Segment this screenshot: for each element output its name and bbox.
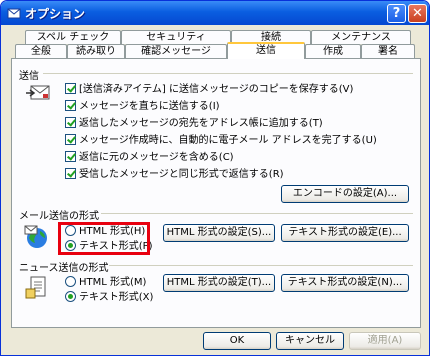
include-original-checkbox[interactable]: 返信に元のメッセージを含める(C) [65, 151, 234, 164]
add-to-address-book-checkbox[interactable]: 返信したメッセージの宛先をアドレス帳に追加する(T) [65, 117, 323, 130]
checkbox-label: メッセージを直ちに送信する(I) [79, 101, 220, 112]
send-divider [43, 73, 413, 74]
help-button[interactable]: ? [387, 4, 406, 23]
autocomplete-address-checkbox[interactable]: メッセージ作成時に、自動的に電子メール アドレスを完了する(U) [65, 134, 377, 147]
checkbox-label: メッセージ作成時に、自動的に電子メール アドレスを完了する(U) [79, 135, 377, 146]
checkbox-label: 返信したメッセージの宛先をアドレス帳に追加する(T) [79, 118, 323, 129]
checkbox-checked[interactable] [65, 151, 76, 162]
send-section-title: 送信 [19, 71, 39, 82]
news-text-settings-button[interactable]: テキスト形式の設定(N)... [281, 274, 409, 292]
checkbox-label: 返信に元のメッセージを含める(C) [79, 152, 234, 163]
news-format-section-title: ニュース送信の形式 [19, 263, 109, 274]
tab-receipts[interactable]: 確認メッセージ [125, 44, 227, 58]
tab-signatures[interactable]: 署名 [361, 44, 415, 58]
outlook-express-icon [7, 8, 21, 19]
radio-label: HTML 形式(M) [79, 277, 147, 288]
mail-html-settings-button[interactable]: HTML 形式の設定(S)... [163, 224, 275, 242]
close-button[interactable]: ✕ [408, 4, 427, 23]
radio-selected[interactable] [65, 291, 76, 302]
ok-button[interactable]: OK [203, 332, 271, 350]
cancel-button[interactable]: キャンセル [276, 332, 344, 350]
tab-row-1: スペル チェック セキュリティ 接続 メンテナンス [11, 30, 421, 44]
reply-same-format-checkbox[interactable]: 受信したメッセージと同じ形式で返信する(R) [65, 168, 284, 181]
checkbox-checked[interactable] [65, 83, 76, 94]
mail-format-section-title: メール送信の形式 [19, 211, 99, 222]
checkbox-checked[interactable] [65, 168, 76, 179]
send-mail-icon [26, 85, 50, 100]
tab-general[interactable]: 全般 [15, 44, 67, 58]
radio-label: テキスト形式(X) [79, 292, 154, 303]
options-dialog: オプション ? ✕ スペル チェック セキュリティ 接続 メンテナンス 全般 読… [0, 0, 430, 356]
checkbox-label: [送信済みアイテム] に送信メッセージのコピーを保存する(V) [79, 84, 354, 95]
save-copy-checkbox[interactable]: [送信済みアイテム] に送信メッセージのコピーを保存する(V) [65, 83, 353, 96]
news-text-radio[interactable]: テキスト形式(X) [65, 291, 153, 304]
mail-globe-icon [24, 225, 47, 248]
checkbox-checked[interactable] [65, 100, 76, 111]
mail-format-divider [101, 213, 413, 214]
highlight-box [58, 222, 150, 255]
tab-row-2: 全般 読み取り 確認メッセージ 送信 作成 署名 [11, 42, 421, 59]
news-html-settings-button[interactable]: HTML 形式の設定(T)... [163, 274, 275, 292]
tab-send[interactable]: 送信 [227, 42, 305, 59]
tab-maintenance[interactable]: メンテナンス [311, 30, 411, 44]
title-bar[interactable]: オプション ? ✕ [1, 1, 429, 25]
news-html-radio[interactable]: HTML 形式(M) [65, 276, 146, 289]
checkbox-label: 受信したメッセージと同じ形式で返信する(R) [79, 169, 284, 180]
tab-read[interactable]: 読み取り [67, 44, 125, 58]
mail-text-settings-button[interactable]: テキスト形式の設定(E)... [281, 224, 409, 242]
checkbox-checked[interactable] [65, 134, 76, 145]
tab-security[interactable]: セキュリティ [121, 30, 231, 44]
apply-button[interactable]: 適用(A) [349, 332, 421, 350]
tab-spell-check[interactable]: スペル チェック [25, 30, 121, 44]
news-format-divider [109, 265, 413, 266]
send-immediately-checkbox[interactable]: メッセージを直ちに送信する(I) [65, 100, 220, 113]
radio-unselected[interactable] [65, 276, 76, 287]
checkbox-checked[interactable] [65, 117, 76, 128]
news-document-icon [25, 276, 46, 299]
encode-settings-button[interactable]: エンコードの設定(A)... [281, 185, 409, 203]
tab-compose[interactable]: 作成 [305, 44, 361, 58]
window-title: オプション [25, 7, 86, 21]
